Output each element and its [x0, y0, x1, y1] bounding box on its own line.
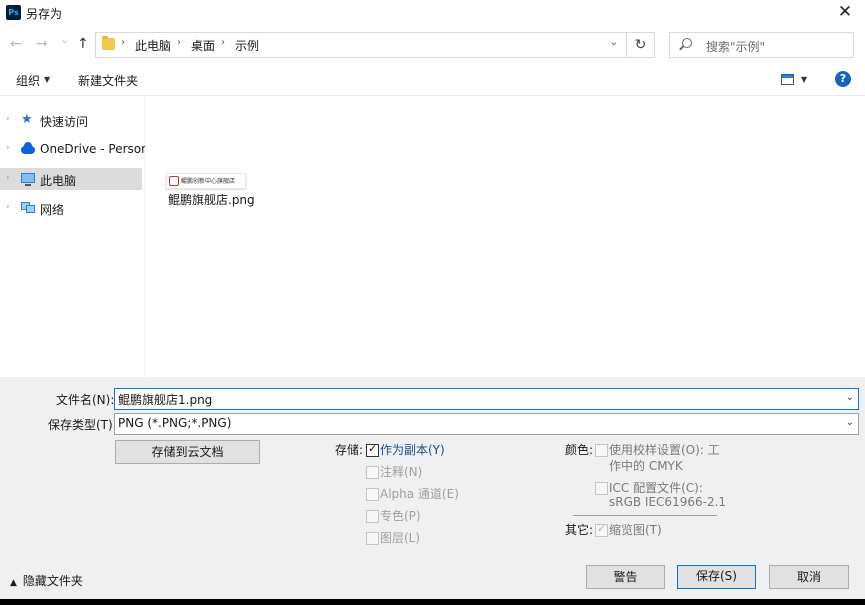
filetype-label: 保存类型(T):	[48, 418, 117, 432]
search-icon	[682, 38, 692, 48]
title-bar: Ps 另存为 ✕	[0, 0, 865, 26]
layers-label: 图层(L)	[380, 531, 421, 545]
alpha-channels-label: Alpha 通道(E)	[380, 487, 459, 501]
hide-folders-button[interactable]: ▲ 隐藏文件夹	[10, 572, 83, 589]
close-button[interactable]: ✕	[833, 2, 857, 22]
icc-profile-checkbox[interactable]	[595, 482, 608, 495]
organize-caret-icon: ▼	[44, 75, 51, 84]
view-options-icon[interactable]	[781, 74, 794, 85]
address-dropdown-icon[interactable]: ⌄	[610, 37, 618, 48]
chevron-down-icon[interactable]: ⌄	[846, 417, 854, 428]
up-arrow-icon[interactable]: ↑	[77, 37, 89, 51]
save-to-cloud-button[interactable]: 存储到云文档	[115, 440, 260, 464]
proof-setup-checkbox[interactable]	[595, 444, 608, 457]
save-as-dialog: Ps 另存为 ✕ ← → ⌄ ↑ › 此电脑 › 桌面 › 示例 ⌄ ↻ 搜索"…	[0, 0, 865, 599]
options-divider	[573, 515, 717, 516]
sidebar-item-label: OneDrive - Persona	[40, 142, 157, 156]
proof-setup-label-line2: 作中的 CMYK	[609, 459, 683, 473]
sidebar-item-label: 快速访问	[40, 115, 89, 129]
back-arrow-icon[interactable]: ←	[10, 37, 22, 51]
logo-icon	[169, 176, 179, 186]
proof-setup-label-line1: 使用校样设置(O): 工	[609, 443, 720, 457]
as-copy-checkbox[interactable]: ✓	[366, 442, 379, 457]
spot-colors-label: 专色(P)	[380, 509, 421, 523]
computer-icon	[21, 173, 35, 186]
help-icon[interactable]: ?	[835, 71, 851, 87]
save-button[interactable]: 保存(S)	[677, 565, 756, 589]
breadcrumb-desktop[interactable]: 桌面	[191, 37, 215, 54]
chevron-right-icon[interactable]: ›	[6, 143, 10, 153]
spot-colors-checkbox[interactable]	[366, 510, 379, 523]
breadcrumb-separator: ›	[221, 37, 225, 48]
sidebar-item-label: 网络	[40, 203, 65, 217]
photoshop-icon: Ps	[6, 5, 21, 20]
chevron-down-icon[interactable]: ⌄	[846, 392, 854, 403]
new-folder-button[interactable]: 新建文件夹	[78, 72, 138, 89]
check-icon: ✓	[597, 522, 607, 535]
thumbnail-checkbox[interactable]: ✓	[595, 522, 608, 537]
thumbnail-text: 鲲鹏创新中心旗舰店	[181, 178, 236, 185]
organize-button[interactable]: 组织	[16, 72, 40, 89]
chevron-right-icon[interactable]: ›	[6, 202, 10, 212]
view-caret-icon[interactable]: ▼	[801, 75, 807, 84]
sidebar-item-quick-access[interactable]: › ★ 快速访问	[0, 109, 142, 131]
breadcrumb-separator: ›	[121, 37, 125, 48]
forward-arrow-icon[interactable]: →	[36, 37, 48, 51]
warning-button[interactable]: 警告	[586, 565, 665, 589]
filetype-select[interactable]: PNG (*.PNG;*.PNG) ⌄	[114, 413, 859, 435]
sidebar-item-onedrive[interactable]: › OneDrive - Persona	[0, 138, 156, 160]
notes-label: 注释(N)	[380, 465, 423, 479]
address-bar[interactable]: › 此电脑 › 桌面 › 示例 ⌄	[95, 32, 627, 58]
sidebar-item-label: 此电脑	[40, 174, 77, 188]
sidebar-item-network[interactable]: › 网络	[0, 197, 142, 219]
breadcrumb-this-pc[interactable]: 此电脑	[135, 37, 171, 54]
filename-value: 鲲鹏旗舰店1.png	[118, 393, 213, 407]
as-copy-label[interactable]: 作为副本(Y)	[380, 441, 445, 458]
sidebar-item-this-pc[interactable]: › 此电脑	[0, 168, 142, 190]
filetype-value: PNG (*.PNG;*.PNG)	[118, 416, 232, 430]
dialog-title: 另存为	[26, 7, 63, 21]
breadcrumb-example[interactable]: 示例	[235, 37, 259, 54]
star-icon: ★	[21, 112, 33, 127]
recent-locations-icon[interactable]: ⌄	[60, 33, 69, 47]
refresh-button[interactable]: ↻	[627, 32, 655, 58]
icc-profile-label-line1: ICC 配置文件(C):	[609, 481, 703, 495]
search-box[interactable]: 搜索"示例"	[669, 32, 854, 58]
filename-label: 文件名(N):	[56, 393, 115, 407]
alpha-channels-checkbox[interactable]	[366, 488, 379, 501]
notes-checkbox[interactable]	[366, 466, 379, 479]
filename-input[interactable]: 鲲鹏旗舰店1.png ⌄	[114, 388, 859, 410]
save-options-label: 存储:	[335, 443, 364, 457]
navigation-pane: › ★ 快速访问 › OneDrive - Persona › 此电脑 › 网络	[0, 96, 156, 377]
file-thumbnail[interactable]: 鲲鹏创新中心旗舰店	[166, 173, 246, 189]
toolbar: 组织 ▼ 新建文件夹 ▼ ?	[0, 64, 865, 96]
other-options-label: 其它:	[565, 523, 594, 537]
layers-checkbox[interactable]	[366, 532, 379, 545]
folder-icon	[102, 36, 115, 50]
file-name-label[interactable]: 鲲鹏旗舰店.png	[168, 191, 255, 208]
color-options-label: 颜色:	[565, 443, 594, 457]
cloud-icon	[21, 142, 35, 154]
file-list: 鲲鹏创新中心旗舰店 鲲鹏旗舰店.png	[145, 96, 865, 377]
search-input[interactable]: 搜索"示例"	[706, 38, 765, 55]
breadcrumb-separator: ›	[177, 37, 181, 48]
cancel-button[interactable]: 取消	[769, 565, 849, 589]
icc-profile-label-line2: sRGB IEC61966-2.1	[609, 495, 727, 509]
chevron-right-icon[interactable]: ›	[6, 114, 10, 124]
chevron-up-icon: ▲	[10, 578, 17, 588]
navigation-row: ← → ⌄ ↑ › 此电脑 › 桌面 › 示例 ⌄ ↻ 搜索"示例"	[0, 26, 865, 64]
network-icon	[21, 202, 35, 213]
hide-folders-label: 隐藏文件夹	[22, 574, 83, 588]
thumbnail-label: 缩览图(T)	[609, 523, 662, 537]
check-icon: ✓	[368, 442, 378, 455]
chevron-right-icon[interactable]: ›	[6, 173, 10, 183]
